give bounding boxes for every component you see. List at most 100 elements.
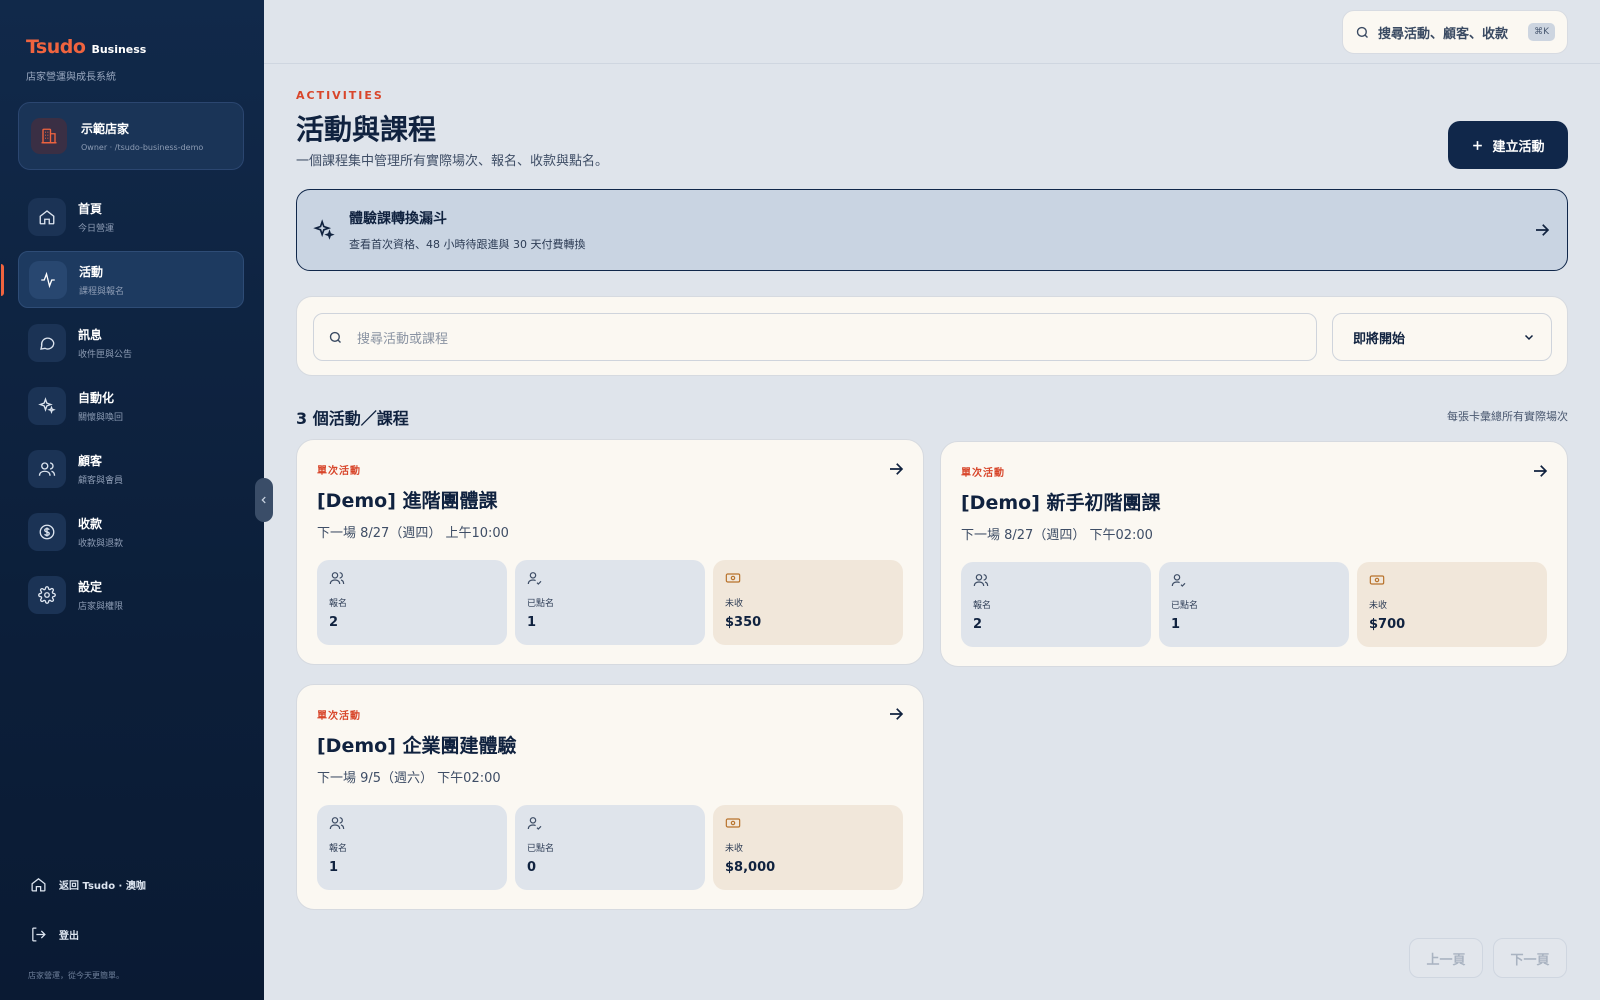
sidebar-item-home[interactable]: 首頁 今日營運 xyxy=(18,188,244,245)
stat-unpaid: 未收 $700 xyxy=(1357,562,1547,647)
sidebar-item-sub: 關懷與喚回 xyxy=(78,412,124,423)
message-icon xyxy=(28,323,66,362)
sidebar-item-label: 收款 xyxy=(78,516,103,531)
list-note: 每張卡彙總所有實際場次 xyxy=(1447,410,1568,423)
stat-label: 報名 xyxy=(329,599,348,609)
stat-value: 1 xyxy=(329,860,339,875)
user-check-icon xyxy=(527,572,542,585)
brand[interactable]: Tsudo Business xyxy=(26,36,146,58)
stat-label: 已點名 xyxy=(527,599,555,609)
stat-value: 1 xyxy=(1171,617,1181,632)
sidebar-item-label: 訊息 xyxy=(78,327,103,342)
back-to-tsudo-link[interactable]: 返回 Tsudo · 澳咖 xyxy=(30,876,146,893)
sidebar-item-customers[interactable]: 顧客 顧客與會員 xyxy=(18,440,244,497)
brand-logo: Tsudo xyxy=(26,36,86,58)
activity-next-session: 下一場 8/27（週四） 下午02:00 xyxy=(961,528,1153,543)
sidebar-item-sub: 店家與權限 xyxy=(78,601,124,612)
home-icon xyxy=(31,878,46,892)
prev-page-button[interactable]: 上一頁 xyxy=(1409,938,1483,978)
activity-card[interactable]: 單次活動 [Demo] 新手初階團課 下一場 8/27（週四） 下午02:00 … xyxy=(940,441,1568,667)
stat-label: 未收 xyxy=(1369,601,1388,611)
sidebar-item-sub: 今日營運 xyxy=(78,223,115,234)
store-switcher[interactable]: 示範店家 Owner · /tsudo-business-demo xyxy=(18,102,244,170)
activity-title: [Demo] 進階團體課 xyxy=(317,490,498,512)
arrow-right-icon[interactable] xyxy=(887,460,905,478)
arrow-right-icon[interactable] xyxy=(887,705,905,723)
page-title: 活動與課程 xyxy=(296,113,437,146)
activity-type: 單次活動 xyxy=(317,711,361,722)
activity-title: [Demo] 企業團建體驗 xyxy=(317,735,517,757)
search-placeholder: 搜尋活動或課程 xyxy=(357,331,449,347)
users-icon xyxy=(28,449,66,488)
sidebar-item-automation[interactable]: 自動化 關懷與喚回 xyxy=(18,377,244,434)
filter-card: 搜尋活動或課程 即將開始 xyxy=(296,296,1568,376)
stat-value: $700 xyxy=(1369,617,1406,632)
dollar-icon xyxy=(28,512,66,551)
stat-registrations: 報名 2 xyxy=(961,562,1151,647)
stat-value: 1 xyxy=(527,615,537,630)
activity-next-session: 下一場 9/5（週六） 下午02:00 xyxy=(317,771,501,786)
plus-icon xyxy=(1473,140,1483,150)
sidebar-item-settings[interactable]: 設定 店家與權限 xyxy=(18,566,244,623)
sidebar-item-label: 首頁 xyxy=(78,201,103,216)
activity-icon xyxy=(29,260,67,299)
activity-title: [Demo] 新手初階團課 xyxy=(961,492,1161,514)
stat-value: 2 xyxy=(329,615,339,630)
activity-search-input[interactable]: 搜尋活動或課程 xyxy=(313,313,1317,361)
sparkle-icon xyxy=(313,219,335,240)
users-icon xyxy=(329,817,345,830)
activity-card[interactable]: 單次活動 [Demo] 企業團建體驗 下一場 9/5（週六） 下午02:00 報… xyxy=(296,684,924,910)
store-building-icon xyxy=(31,118,67,154)
create-activity-button[interactable]: 建立活動 xyxy=(1448,121,1568,169)
funnel-description: 查看首次資格、48 小時待跟進與 30 天付費轉換 xyxy=(349,238,586,251)
banknote-icon xyxy=(725,573,741,583)
global-search-label: 搜尋活動、顧客、收款 xyxy=(1378,26,1509,42)
sidebar: Tsudo Business 店家營運與成長系統 示範店家 Owner · /t… xyxy=(0,0,264,1000)
page-description: 一個課程集中管理所有實際場次、報名、收款與點名。 xyxy=(296,154,609,169)
sparkle-icon xyxy=(28,386,66,425)
gear-icon xyxy=(28,575,66,614)
stat-value: $350 xyxy=(725,615,762,630)
stat-label: 報名 xyxy=(329,844,348,854)
logout-button[interactable]: 登出 xyxy=(30,926,79,943)
stat-registrations: 報名 1 xyxy=(317,805,507,890)
sidebar-item-label: 自動化 xyxy=(78,390,115,405)
sidebar-item-messages[interactable]: 訊息 收件匣與公告 xyxy=(18,314,244,371)
stat-value: $8,000 xyxy=(725,860,776,875)
stat-checked-in: 已點名 0 xyxy=(515,805,705,890)
sort-select[interactable]: 即將開始 xyxy=(1332,313,1552,361)
activity-type: 單次活動 xyxy=(961,468,1005,479)
arrow-right-icon[interactable] xyxy=(1531,462,1549,480)
brand-sub: Business xyxy=(91,43,147,56)
back-label: 返回 Tsudo · 澳咖 xyxy=(59,881,146,892)
shortcut-badge: ⌘K xyxy=(1528,23,1555,41)
search-icon xyxy=(1356,26,1368,38)
sidebar-item-label: 顧客 xyxy=(78,453,103,468)
trial-funnel-banner[interactable]: 體驗課轉換漏斗 查看首次資格、48 小時待跟進與 30 天付費轉換 xyxy=(296,189,1568,271)
brand-tagline: 店家營運與成長系統 xyxy=(26,72,116,83)
sidebar-item-sub: 顧客與會員 xyxy=(78,475,124,486)
global-search-button[interactable]: 搜尋活動、顧客、收款 ⌘K xyxy=(1342,10,1568,54)
banknote-icon xyxy=(1369,575,1385,585)
sidebar-item-label: 活動 xyxy=(79,264,104,279)
sidebar-collapse-button[interactable] xyxy=(255,478,273,522)
arrow-right-icon xyxy=(1536,224,1550,236)
stat-value: 0 xyxy=(527,860,537,875)
activity-card[interactable]: 單次活動 [Demo] 進階團體課 下一場 8/27（週四） 上午10:00 報… xyxy=(296,439,924,665)
users-icon xyxy=(329,572,345,585)
sidebar-item-activities[interactable]: 活動 課程與報名 xyxy=(1,251,244,308)
user-check-icon xyxy=(1171,574,1186,587)
home-icon xyxy=(28,197,66,236)
chevron-left-icon xyxy=(261,496,266,504)
stat-checked-in: 已點名 1 xyxy=(1159,562,1349,647)
funnel-title: 體驗課轉換漏斗 xyxy=(349,211,447,227)
logout-icon xyxy=(32,927,46,942)
activity-type: 單次活動 xyxy=(317,466,361,477)
topbar: 搜尋活動、顧客、收款 ⌘K xyxy=(264,0,1600,64)
next-page-button[interactable]: 下一頁 xyxy=(1493,938,1567,978)
sidebar-item-payments[interactable]: 收款 收款與退款 xyxy=(18,503,244,560)
stat-unpaid: 未收 $8,000 xyxy=(713,805,903,890)
page-eyebrow: ACTIVITIES xyxy=(296,89,384,102)
stat-unpaid: 未收 $350 xyxy=(713,560,903,645)
sidebar-item-sub: 收件匣與公告 xyxy=(78,349,133,360)
